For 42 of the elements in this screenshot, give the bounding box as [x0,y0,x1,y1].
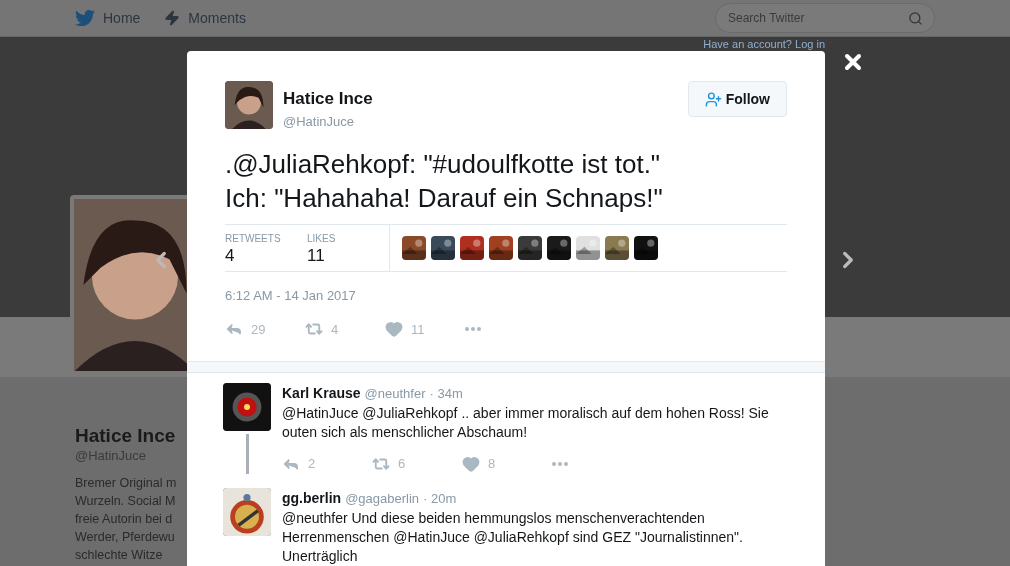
reply-author-handle: @gagaberlin [345,489,420,508]
add-user-icon [704,90,722,108]
stat-value: 4 [225,245,236,266]
nav-link[interactable]: Moments [164,7,246,29]
heart-icon [385,320,403,339]
lightning-icon [164,9,181,27]
bio-line: Wurzeln. Social M [75,493,177,510]
bio-line: Werder, Pferdewu [75,529,176,546]
bird-icon [75,8,95,28]
retweet-button[interactable]: 4 [305,319,385,339]
more-icon [465,327,481,332]
reply-time: · 34m [429,385,463,403]
bio-line: schlechte Witze [75,547,164,564]
reply-text: @neuthfer Und diese beiden hemmungslos menschenverachtenden Herrenmenschen @HatinJuce @JuliaRehkopf sind GEZ "Journalistinnen". Unerträglich [282,508,744,566]
bio-line: Bremer Original m [75,475,178,492]
follow-button[interactable]: Follow [687,81,787,117]
author-name: Hatice Ince [283,88,373,110]
like-button[interactable]: 11 [385,319,465,339]
tweet-text: Ich: "Hahahaha! Darauf ein Schnaps!" [225,182,664,215]
like-button[interactable]: 8 [462,454,542,474]
stat-label: RETWEETS [225,231,282,246]
author-handle: @HatinJuce [283,112,355,131]
nav-link[interactable]: Home [75,7,141,29]
stat-value: 11 [307,245,326,266]
profile-name: Hatice Ince [75,424,177,448]
tweet-timestamp: 6:12 AM - 14 Jan 2017 [225,287,357,305]
reply-button[interactable]: 29 [225,319,305,339]
stat-label: LIKES [307,231,337,246]
search-icon [908,11,923,26]
heart-icon [462,454,480,473]
reply-button[interactable]: 2 [282,454,362,474]
reply-time: · 20m [423,489,457,508]
retweet-button[interactable]: 6 [372,454,452,474]
reply-author-name: Karl Krause [282,384,361,403]
reply-author-name: gg.berlin [282,488,342,508]
more-icon [552,461,568,466]
tweet-text: .@JuliaRehkopf: "#udoulfkotte ist tot." [225,148,662,181]
search-field[interactable]: Search Twitter [715,3,935,33]
reply-author-handle: @neuthfer [364,385,426,403]
bio-line: freie Autorin bei d [75,511,174,528]
reply-text: @HatinJuce @JuliaRehkopf .. aber immer moralisch auf dem hohen Ross! Sie outen sich als menschlicher Abschaum! [282,404,770,442]
login-link[interactable]: Have an account? Log in [703,38,825,51]
